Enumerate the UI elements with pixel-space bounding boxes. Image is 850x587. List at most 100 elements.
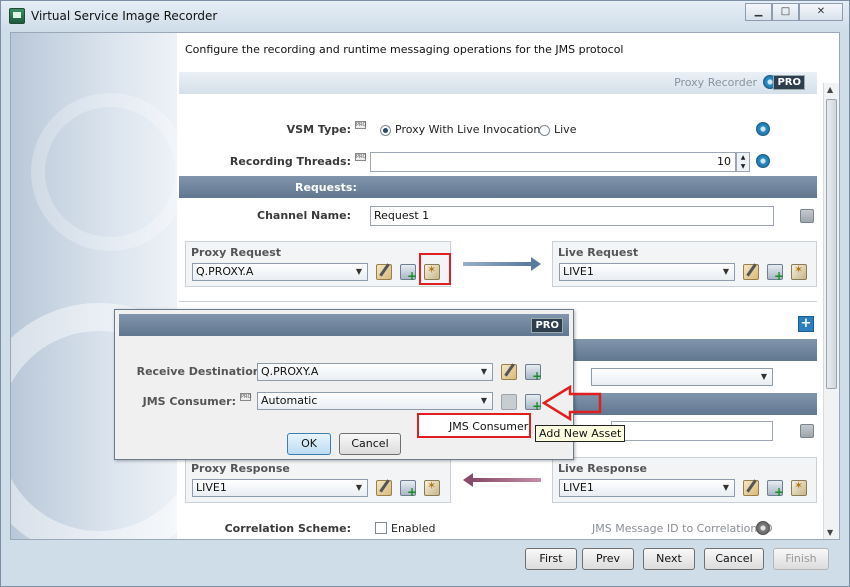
live-response-select[interactable]: LIVE1 ▼ [559, 479, 735, 497]
divider [179, 301, 817, 302]
decorative-left-panel [11, 33, 227, 539]
radio-live-label: Live [554, 123, 577, 136]
cancel-button[interactable]: Cancel [704, 548, 764, 570]
gear-icon[interactable] [756, 154, 770, 168]
requests-header: Requests: [179, 176, 817, 198]
add-asset-icon[interactable] [400, 480, 417, 499]
window-controls: ▁ □ ✕ [745, 3, 843, 21]
title-bar[interactable]: Virtual Service Image Recorder ▁ □ ✕ [1, 1, 849, 31]
live-request-title: Live Request [558, 246, 639, 259]
edit-icon-disabled[interactable] [501, 394, 517, 410]
chevron-down-icon: ▼ [480, 396, 488, 405]
app-icon [9, 8, 25, 24]
chevron-down-icon: ▼ [722, 483, 730, 492]
correlation-checkbox[interactable] [375, 522, 387, 534]
recorder-window: Virtual Service Image Recorder ▁ □ ✕ Con… [0, 0, 850, 587]
responses-header [571, 339, 817, 361]
vertical-scrollbar[interactable]: ▲ ▼ [823, 83, 839, 539]
proxy-request-select[interactable]: Q.PROXY.A ▼ [192, 263, 368, 281]
scroll-up-icon[interactable]: ▲ [827, 85, 833, 94]
delete-icon[interactable] [800, 424, 814, 438]
arrow-left-icon [463, 473, 541, 487]
ok-button[interactable]: OK [287, 433, 331, 455]
live-response-value: LIVE1 [563, 481, 594, 494]
gear-icon[interactable] [756, 521, 770, 535]
delete-icon[interactable] [800, 209, 814, 223]
client-area: Configure the recording and runtime mess… [10, 32, 840, 540]
proxy-recorder-bar: Proxy Recorder PRO [179, 72, 817, 94]
scroll-down-icon[interactable]: ▼ [827, 528, 833, 537]
correlation-label: Correlation Scheme: [224, 522, 351, 535]
edit-icon[interactable] [743, 480, 759, 496]
chevron-down-icon: ▼ [722, 267, 730, 276]
pro-badge: PRO [773, 75, 805, 90]
radio-live[interactable] [539, 125, 550, 136]
arrow-right-icon [463, 257, 541, 271]
chevron-down-icon: ▼ [480, 367, 488, 376]
proxy-request-title: Proxy Request [191, 246, 282, 259]
recording-threads-spinner[interactable]: 10 [370, 152, 736, 172]
add-asset-icon[interactable] [400, 264, 417, 283]
vsm-type-label: VSM Type: [286, 123, 351, 136]
proxy-response-value: LIVE1 [196, 481, 227, 494]
property-icon: PRO [355, 121, 367, 129]
chevron-down-icon: ▼ [355, 483, 363, 492]
popup-item-jms-consumer[interactable]: JMS Consumer [449, 420, 528, 433]
add-asset-icon[interactable] [525, 364, 542, 383]
dialog-header: PRO [119, 314, 569, 336]
add-asset-icon[interactable] [767, 264, 784, 283]
wand-icon[interactable] [791, 263, 807, 280]
highlight-box [419, 253, 451, 285]
spinner-arrows[interactable]: ▲ ▼ [736, 152, 750, 172]
live-response-title: Live Response [558, 462, 647, 475]
proxy-recorder-label: Proxy Recorder [674, 76, 757, 89]
dialog-cancel-button[interactable]: Cancel [339, 433, 401, 455]
proxy-request-group: Proxy Request Q.PROXY.A ▼ [185, 241, 451, 287]
maximize-button[interactable]: □ [772, 3, 799, 21]
recording-threads-label: Recording Threads: [229, 155, 351, 168]
response-select[interactable]: ▼ [591, 368, 773, 386]
gear-icon[interactable] [756, 122, 770, 136]
live-request-group: Live Request LIVE1 ▼ [552, 241, 817, 287]
correlation-checkbox-label: Enabled [391, 522, 436, 535]
requests-header-label: Requests: [295, 181, 357, 194]
live-request-value: LIVE1 [563, 265, 594, 278]
response-channel-input[interactable] [611, 421, 773, 441]
proxy-response-select[interactable]: LIVE1 ▼ [192, 479, 368, 497]
pointer-arrow-icon [542, 385, 602, 421]
property-icon: PRO [240, 393, 252, 401]
page-description: Configure the recording and runtime mess… [185, 43, 624, 56]
add-new-asset-icon[interactable] [525, 394, 542, 413]
receive-destination-value: Q.PROXY.A [261, 365, 319, 378]
edit-icon[interactable] [743, 264, 759, 280]
receive-destination-select[interactable]: Q.PROXY.A ▼ [257, 363, 493, 381]
edit-icon[interactable] [376, 480, 392, 496]
wand-icon[interactable] [424, 479, 440, 496]
response-header-2 [571, 393, 817, 415]
live-response-group: Live Response LIVE1 ▼ [552, 457, 817, 503]
pro-badge: PRO [531, 318, 563, 333]
minimize-button[interactable]: ▁ [745, 3, 772, 21]
edit-icon[interactable] [501, 364, 517, 380]
chevron-down-icon: ▼ [760, 372, 768, 381]
wand-icon[interactable] [791, 479, 807, 496]
finish-button[interactable]: Finish [773, 548, 829, 570]
close-button[interactable]: ✕ [799, 3, 843, 21]
live-request-select[interactable]: LIVE1 ▼ [559, 263, 735, 281]
channel-name-label: Channel Name: [257, 209, 351, 222]
proxy-response-group: Proxy Response LIVE1 ▼ [185, 457, 451, 503]
first-button[interactable]: First [525, 548, 577, 570]
proxy-request-value: Q.PROXY.A [196, 265, 254, 278]
proxy-response-title: Proxy Response [191, 462, 290, 475]
radio-proxy-live[interactable] [380, 125, 391, 136]
edit-icon[interactable] [376, 264, 392, 280]
jms-consumer-select[interactable]: Automatic ▼ [257, 392, 493, 410]
scroll-thumb[interactable] [826, 99, 837, 389]
add-asset-icon[interactable] [767, 480, 784, 499]
add-channel-button[interactable]: + [798, 316, 814, 332]
next-button[interactable]: Next [643, 548, 695, 570]
channel-name-input[interactable]: Request 1 [370, 206, 774, 226]
prev-button[interactable]: Prev [582, 548, 634, 570]
asset-popup-menu: JMS Consumer [417, 413, 531, 438]
radio-proxy-live-label: Proxy With Live Invocation [395, 123, 541, 136]
